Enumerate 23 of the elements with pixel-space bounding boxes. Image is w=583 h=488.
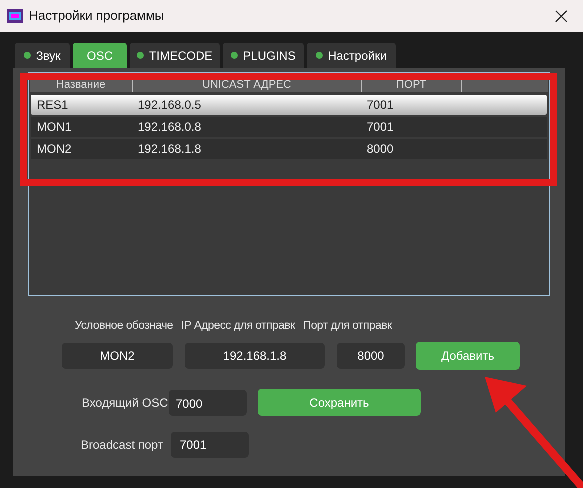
table-row[interactable]: MON2 192.168.1.8 8000 [31, 139, 547, 159]
close-icon[interactable] [555, 10, 568, 22]
field-label: Порт для отправк [303, 319, 392, 334]
field-label: Broadcast порт [81, 437, 164, 454]
input-field[interactable]: 8000 [337, 343, 405, 370]
app-icon [7, 9, 23, 23]
input-field[interactable]: 7001 [171, 432, 249, 458]
field-label: Условное обозначе [75, 319, 174, 334]
input-field[interactable]: 7000 [169, 390, 247, 416]
column-header: Название [30, 78, 133, 92]
table-row[interactable]: RES1 192.168.0.5 7001 [31, 95, 547, 115]
table-row[interactable]: MON1 192.168.0.8 7001 [31, 117, 547, 137]
window-title: Настройки программы [29, 7, 164, 26]
tab[interactable]: PLUGINS [223, 43, 304, 68]
tab[interactable]: TIMECODE [130, 43, 220, 68]
field-label: Входящий OSC [82, 394, 169, 412]
input-field[interactable]: 192.168.1.8 [185, 343, 325, 370]
input-field[interactable]: MON2 [62, 343, 173, 370]
column-header: ПОРТ [362, 78, 462, 92]
field-label: IP Адресс для отправк [181, 319, 296, 334]
column-header: UNICAST АДРЕС [133, 78, 362, 92]
tab[interactable]: Настройки [307, 43, 396, 68]
tab[interactable]: Звук [15, 43, 70, 68]
